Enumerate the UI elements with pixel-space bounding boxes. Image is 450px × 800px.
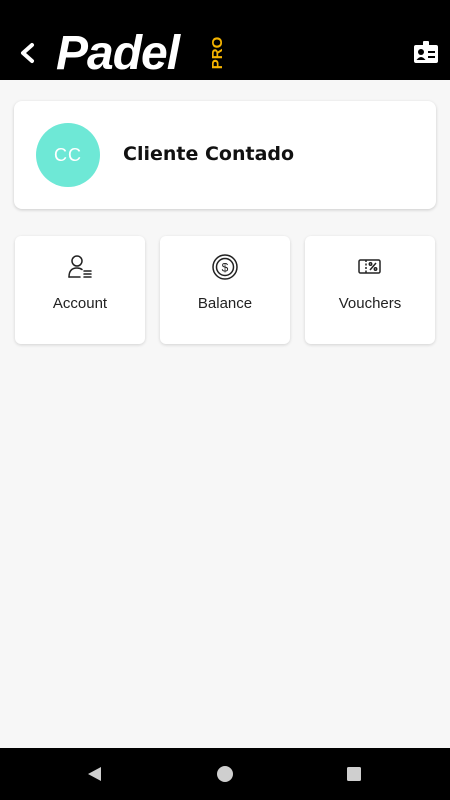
voucher-percent-icon (355, 252, 385, 282)
vouchers-tile[interactable]: Vouchers (305, 236, 435, 344)
system-recents-button[interactable] (342, 762, 366, 786)
system-home-button[interactable] (213, 762, 237, 786)
logo-accent-text: PRO (209, 36, 226, 69)
square-recents-icon (347, 767, 361, 781)
avatar-initials: CC (54, 144, 82, 165)
vouchers-label: Vouchers (338, 295, 402, 312)
balance-label: Balance (197, 295, 253, 312)
system-nav-bar (0, 748, 450, 800)
user-list-icon (65, 252, 95, 282)
triangle-back-icon (88, 767, 101, 781)
logo-text: Padel (56, 27, 180, 80)
circle-home-icon (217, 766, 233, 782)
account-label: Account (52, 295, 108, 312)
id-card-icon (414, 41, 438, 63)
account-tile[interactable]: Account (15, 236, 145, 344)
avatar: CC (36, 123, 100, 187)
dollar-coin-icon: $ (210, 252, 240, 282)
profile-card[interactable]: CC Cliente Contado (14, 101, 436, 209)
balance-tile[interactable]: $ Balance (160, 236, 290, 344)
back-button[interactable] (12, 38, 42, 68)
chevron-left-icon (21, 43, 34, 63)
system-back-button[interactable] (82, 762, 106, 786)
id-card-button[interactable] (413, 40, 439, 66)
app-header: Padel PRO (0, 0, 450, 80)
svg-text:$: $ (222, 261, 229, 275)
logo-pro-badge: PRO (209, 36, 226, 69)
padel-pro-logo: Padel PRO (56, 26, 226, 80)
profile-name: Cliente Contado (123, 143, 295, 165)
